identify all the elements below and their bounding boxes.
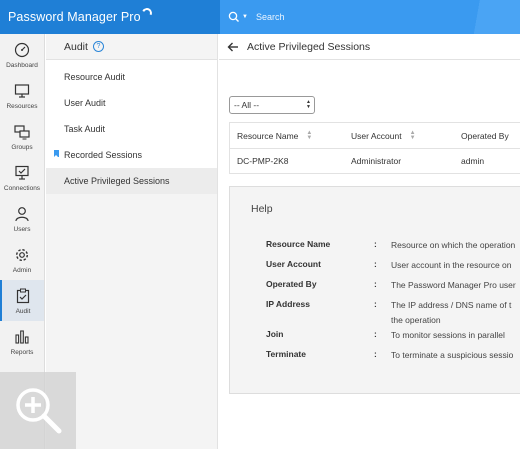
monitor-icon (13, 82, 31, 100)
table-cell: admin (461, 156, 485, 166)
search-input[interactable]: Search (256, 12, 285, 22)
help-panel: Help Resource Name : Resource on which t… (229, 186, 520, 394)
main-header: Active Privileged Sessions (219, 34, 520, 60)
help-description: The Password Manager Pro user (391, 280, 516, 290)
search-bar-end (460, 0, 520, 34)
help-term: Operated By (266, 279, 317, 289)
help-term: Terminate (266, 349, 306, 359)
help-colon: : (374, 239, 377, 249)
subnav-title: Audit (64, 40, 88, 53)
filter-select[interactable]: -- All -- ▲ ▼ (229, 96, 315, 114)
subnav-item-label: Resource Audit (64, 72, 126, 82)
nav-item-admin[interactable]: Admin (0, 239, 44, 280)
column-header-operated-by[interactable]: Operated By (454, 131, 520, 141)
user-icon (13, 205, 31, 223)
help-description: The IP address / DNS name of t (391, 300, 512, 310)
help-description: To terminate a suspicious sessio (391, 350, 514, 360)
bookmark-icon (54, 150, 59, 157)
column-header-resource-name[interactable]: Resource Name ▲ ▼ (230, 130, 344, 141)
nav-label: Resources (6, 102, 38, 110)
column-header-label: Resource Name (237, 130, 299, 141)
help-colon: : (374, 299, 377, 309)
subnav-item-label: Recorded Sessions (64, 150, 143, 160)
help-description: Resource on which the operation (391, 240, 516, 250)
nav-item-users[interactable]: Users (0, 198, 44, 239)
brand-swoosh-icon (140, 6, 154, 20)
subnav-item-active-privileged-sessions[interactable]: Active Privileged Sessions (46, 168, 217, 194)
subnav-item-recorded-sessions[interactable]: Recorded Sessions (46, 142, 217, 168)
zoom-in-icon[interactable] (13, 385, 63, 437)
nav-label: Groups (11, 143, 33, 151)
nav-label: Connections (3, 184, 41, 192)
sort-icon[interactable]: ▲ ▼ (306, 130, 312, 141)
filter-select-value: -- All -- (234, 100, 260, 110)
table-cell: Administrator (351, 156, 402, 166)
help-term: Join (266, 329, 284, 339)
help-icon[interactable]: ? (92, 41, 104, 52)
back-arrow-icon[interactable] (227, 42, 241, 52)
search-dropdown-icon[interactable]: ▼ (242, 14, 248, 20)
page-title: Active Privileged Sessions (247, 40, 371, 53)
help-colon: : (374, 259, 377, 269)
column-header-label: Operated By (461, 130, 509, 141)
column-header-user-account[interactable]: User Account ▲ ▼ (344, 130, 454, 141)
brand-name: Password Manager Pro (8, 10, 141, 24)
subnav-item-task-audit[interactable]: Task Audit (46, 116, 217, 142)
nav-item-dashboard[interactable]: Dashboard (0, 34, 44, 75)
subnav-item-label: Task Audit (64, 124, 106, 134)
help-description: the operation (391, 315, 441, 325)
help-description: User account in the resource on (391, 260, 512, 270)
nav-item-groups[interactable]: Groups (0, 116, 44, 157)
help-term: Resource Name (266, 239, 331, 249)
subnav-item-label: Active Privileged Sessions (64, 176, 170, 186)
nav-item-resources[interactable]: Resources (0, 75, 44, 116)
clipboard-check-icon (14, 287, 32, 305)
table-row[interactable]: DC-PMP-2K8 Administrator admin (230, 149, 520, 173)
brand-logo[interactable]: Password Manager Pro (0, 0, 220, 34)
table-cell: DC-PMP-2K8 (237, 156, 289, 166)
nav-label: Dashboard (6, 61, 38, 69)
nav-label: Admin (12, 266, 32, 274)
nav-label: Reports (10, 348, 34, 356)
help-term: User Account (266, 259, 321, 269)
zoom-in-overlay[interactable] (0, 372, 76, 449)
table-header: Resource Name ▲ ▼ User Account ▲ ▼ Operate… (230, 123, 520, 149)
help-title: Help (251, 203, 273, 215)
gear-icon (13, 246, 31, 264)
help-colon: : (374, 329, 377, 339)
dashboard-icon (13, 41, 31, 59)
subnav-list: Resource Audit User Audit Task Audit Rec… (46, 60, 217, 194)
top-bar: Password Manager Pro ▼ Search (0, 0, 520, 34)
help-term: IP Address (266, 299, 310, 309)
sort-icon[interactable]: ▲ ▼ (410, 130, 416, 141)
nav-label: Users (13, 225, 31, 233)
search-bar[interactable]: ▼ Search (220, 0, 520, 34)
subnav-header: Audit ? (46, 34, 217, 60)
nav-label: Audit (15, 307, 31, 315)
nav-item-connections[interactable]: Connections (0, 157, 44, 198)
select-arrows-icon: ▲ ▼ (306, 99, 311, 110)
subnav-item-user-audit[interactable]: User Audit (46, 90, 217, 116)
help-description: To monitor sessions in parallel (391, 330, 505, 340)
help-colon: : (374, 349, 377, 359)
groups-icon (13, 123, 31, 141)
subnav-item-label: User Audit (64, 98, 106, 108)
sessions-table: Resource Name ▲ ▼ User Account ▲ ▼ Operate… (229, 122, 520, 174)
bar-chart-icon (13, 328, 31, 346)
nav-item-audit[interactable]: Audit (0, 280, 44, 321)
nav-item-reports[interactable]: Reports (0, 321, 44, 362)
column-header-label: User Account (351, 130, 402, 141)
help-colon: : (374, 279, 377, 289)
connections-icon (13, 164, 31, 182)
subnav-item-resource-audit[interactable]: Resource Audit (46, 64, 217, 90)
main-content: Active Privileged Sessions -- All -- ▲ ▼ … (219, 34, 520, 449)
